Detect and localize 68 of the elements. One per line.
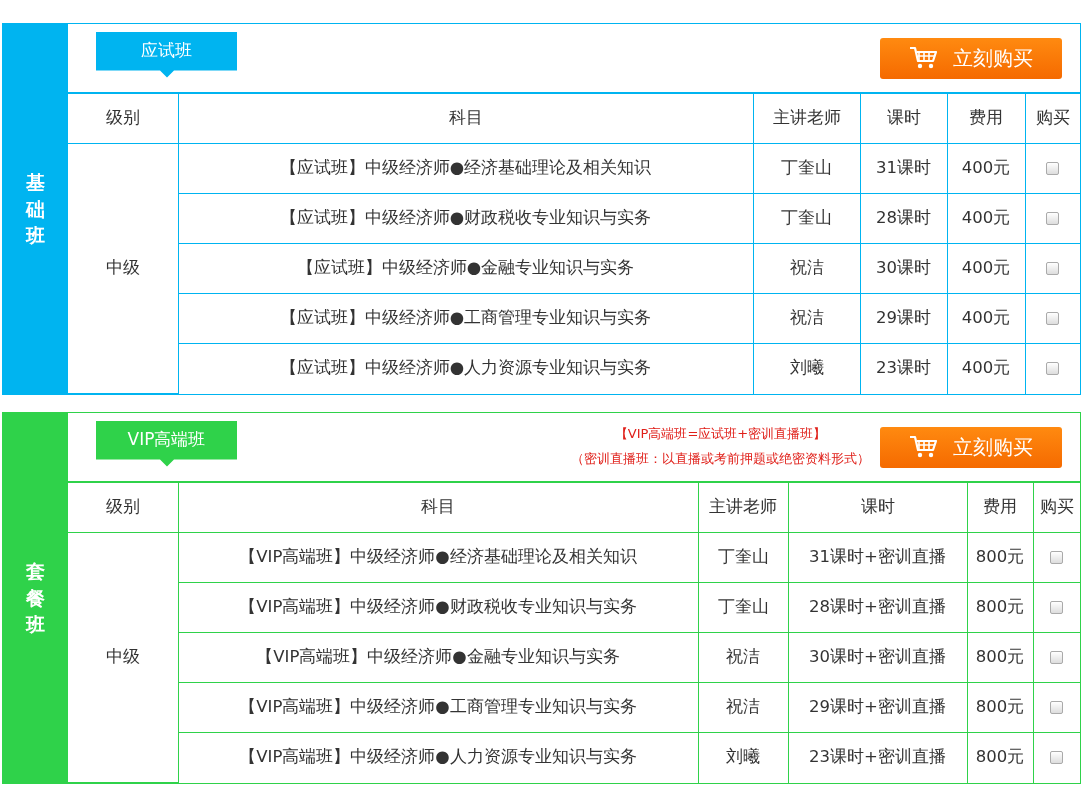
checkbox[interactable] bbox=[1046, 262, 1060, 276]
checkbox[interactable] bbox=[1050, 701, 1064, 715]
hours-cell: 31课时 bbox=[860, 143, 947, 194]
fee-cell: 400元 bbox=[947, 243, 1025, 294]
note-text: （密训直播班：以直播或考前押题或绝密资料形式） bbox=[571, 450, 870, 468]
column-header: 主讲老师 bbox=[753, 93, 860, 144]
subject-cell: 【应试班】中级经济师●经济基础理论及相关知识 bbox=[178, 143, 753, 194]
teacher-cell: 丁奎山 bbox=[753, 193, 860, 244]
column-header: 科目 bbox=[178, 482, 698, 533]
hours-cell: 31课时+密训直播 bbox=[788, 532, 967, 583]
column-header: 级别 bbox=[68, 482, 178, 533]
fee-cell: 400元 bbox=[947, 293, 1025, 344]
fee-cell: 400元 bbox=[947, 193, 1025, 244]
column-header: 购买 bbox=[1025, 93, 1080, 144]
teacher-cell: 祝洁 bbox=[753, 293, 860, 344]
cart-icon bbox=[909, 46, 939, 70]
subject-cell: 【VIP高端班】中级经济师●经济基础理论及相关知识 bbox=[178, 532, 698, 583]
fee-cell: 800元 bbox=[967, 632, 1033, 683]
hours-cell: 29课时 bbox=[860, 293, 947, 344]
column-header: 科目 bbox=[178, 93, 753, 144]
category-label: 基础班 bbox=[25, 170, 45, 249]
subject-cell: 【应试班】中级经济师●工商管理专业知识与实务 bbox=[178, 293, 753, 344]
cart-icon bbox=[909, 435, 939, 459]
note-text: 【VIP高端班=应试班+密训直播班】 bbox=[613, 425, 828, 444]
fee-cell: 400元 bbox=[947, 143, 1025, 194]
column-header: 级别 bbox=[68, 93, 178, 144]
subject-cell: 【应试班】中级经济师●人力资源专业知识与实务 bbox=[178, 343, 753, 394]
fee-cell: 800元 bbox=[967, 682, 1033, 733]
column-header: 购买 bbox=[1033, 482, 1080, 533]
class-tag: VIP高端班 bbox=[96, 420, 237, 467]
checkbox[interactable] bbox=[1050, 551, 1064, 565]
teacher-cell: 丁奎山 bbox=[753, 143, 860, 194]
column-header: 费用 bbox=[947, 93, 1025, 144]
hours-cell: 30课时 bbox=[860, 243, 947, 294]
column-header: 课时 bbox=[860, 93, 947, 144]
checkbox[interactable] bbox=[1046, 212, 1060, 226]
fee-cell: 800元 bbox=[967, 532, 1033, 583]
column-header: 主讲老师 bbox=[698, 482, 788, 533]
subject-cell: 【应试班】中级经济师●财政税收专业知识与实务 bbox=[178, 193, 753, 244]
class-tag: 应试班 bbox=[96, 31, 237, 78]
teacher-cell: 丁奎山 bbox=[698, 582, 788, 633]
subject-cell: 【VIP高端班】中级经济师●财政税收专业知识与实务 bbox=[178, 582, 698, 633]
hours-cell: 28课时+密训直播 bbox=[788, 582, 967, 633]
checkbox[interactable] bbox=[1050, 651, 1064, 665]
column-header: 课时 bbox=[788, 482, 967, 533]
subject-cell: 【VIP高端班】中级经济师●人力资源专业知识与实务 bbox=[178, 732, 698, 783]
hours-cell: 28课时 bbox=[860, 193, 947, 244]
subject-cell: 【VIP高端班】中级经济师●工商管理专业知识与实务 bbox=[178, 682, 698, 733]
hours-cell: 29课时+密训直播 bbox=[788, 682, 967, 733]
subject-cell: 【VIP高端班】中级经济师●金融专业知识与实务 bbox=[178, 632, 698, 683]
teacher-cell: 祝洁 bbox=[753, 243, 860, 294]
teacher-cell: 祝洁 bbox=[698, 682, 788, 733]
column-header: 费用 bbox=[967, 482, 1033, 533]
checkbox[interactable] bbox=[1046, 312, 1060, 326]
category-label: 套餐班 bbox=[25, 559, 45, 638]
fee-cell: 800元 bbox=[967, 582, 1033, 633]
buy-button[interactable]: 立刻购买 bbox=[880, 37, 1062, 79]
level-cell: 中级 bbox=[68, 143, 178, 394]
checkbox[interactable] bbox=[1050, 751, 1064, 765]
teacher-cell: 祝洁 bbox=[698, 632, 788, 683]
level-cell: 中级 bbox=[68, 532, 178, 783]
buy-button[interactable]: 立刻购买 bbox=[880, 426, 1062, 468]
checkbox[interactable] bbox=[1046, 362, 1060, 376]
teacher-cell: 丁奎山 bbox=[698, 532, 788, 583]
checkbox[interactable] bbox=[1050, 601, 1064, 615]
checkbox[interactable] bbox=[1046, 162, 1060, 176]
hours-cell: 30课时+密训直播 bbox=[788, 632, 967, 683]
subject-cell: 【应试班】中级经济师●金融专业知识与实务 bbox=[178, 243, 753, 294]
